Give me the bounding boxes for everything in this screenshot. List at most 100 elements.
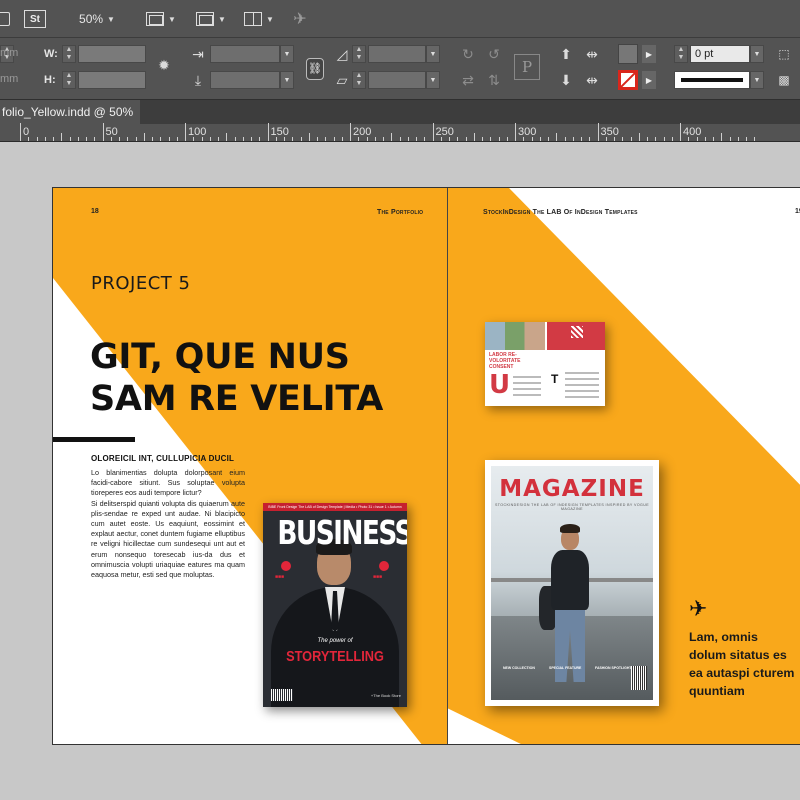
stroke-weight-field[interactable]: 0 pt [690, 45, 750, 63]
zoom-level-dropdown[interactable]: 50% ▼ [72, 8, 122, 30]
ruler-minor-tick [143, 133, 145, 141]
flip-horizontal-icon[interactable]: ⇄ [458, 71, 478, 89]
rotate-cw-icon[interactable]: ↻ [458, 45, 478, 63]
business-footer: +The Book Store [370, 693, 401, 698]
horizontal-ruler[interactable]: 0 50 100 150 200 250 300 350 400 [0, 123, 800, 142]
ruler-minor-tick [341, 137, 343, 141]
magazine-masthead: MAGAZINE [499, 476, 645, 502]
ruler-minor-tick [325, 137, 327, 141]
ruler-minor-tick [531, 137, 533, 141]
ruler-minor-tick [53, 137, 54, 141]
document-spread[interactable]: 18 The Portfolio PROJECT 5 GIT, QUE NUS … [52, 187, 800, 745]
shear-stepper[interactable]: ▲ ▼ [352, 71, 366, 89]
ruler-minor-tick [61, 133, 63, 141]
reference-point-icon[interactable]: ✹ [154, 56, 174, 74]
brochure-qr-code [571, 326, 583, 338]
left-running-head: The Portfolio [377, 209, 424, 216]
brochure-text-line [513, 376, 541, 378]
scale-x-dropdown[interactable]: ▼ [280, 45, 294, 63]
application-bar: St 50% ▼ ▼ ▼ ▼ ✈ [0, 0, 800, 38]
scale-y-field[interactable] [210, 71, 280, 89]
ruler-minor-tick [523, 137, 525, 141]
select-previous-icon[interactable]: ⇹ [582, 45, 602, 63]
ruler-minor-tick [630, 137, 632, 141]
rotate-icon: ◿ [336, 46, 348, 62]
rotate-ccw-icon[interactable]: ↺ [484, 45, 504, 63]
ruler-minor-tick [548, 137, 549, 141]
paragraph-icon[interactable]: P [514, 54, 540, 80]
y-unit: mm [0, 73, 19, 85]
ruler-minor-tick [729, 137, 731, 141]
ruler-minor-tick [581, 137, 582, 141]
pull-quote-line-1: Lam, omnis [689, 630, 758, 644]
brochure-text-line [513, 382, 541, 384]
height-field[interactable] [78, 71, 146, 89]
scale-x-field[interactable] [210, 45, 280, 63]
control-panel: ▲ ▼ mm mm W: ▲ ▼ H: ▲ ▼ ✹ ⇥ ▼ ⤓ ▼ ⛓ ◿ ▲ ▼ ▼ … [0, 38, 800, 100]
constrain-proportions-icon[interactable]: ⛓ [306, 58, 324, 80]
brochure-text-line [565, 390, 599, 392]
headline-rule [53, 437, 135, 442]
ruler-minor-tick [358, 137, 360, 141]
magazine-man-hair [560, 524, 580, 533]
stroke-swatch-icon[interactable] [618, 70, 638, 90]
ruler-minor-tick [176, 137, 178, 141]
scale-y-dropdown[interactable]: ▼ [280, 71, 294, 89]
ruler-major-tick [680, 123, 681, 141]
width-field[interactable] [78, 45, 146, 63]
sync-icon[interactable]: ✈ [288, 8, 312, 30]
ruler-minor-tick [506, 137, 508, 141]
ruler-tick-label: 150 [270, 126, 289, 138]
height-label: H: [44, 74, 56, 86]
stroke-type-field[interactable] [674, 71, 750, 89]
flip-vertical-icon[interactable]: ⇅ [484, 71, 504, 89]
width-stepper[interactable]: ▲ ▼ [62, 45, 76, 63]
shear-dropdown[interactable]: ▼ [426, 71, 440, 89]
business-cover-image[interactable]: BIBE Front Design The LAB of Design Temp… [263, 503, 407, 707]
rotate-stepper[interactable]: ▲ ▼ [352, 45, 366, 63]
ruler-minor-tick [482, 137, 483, 141]
stroke-weight-stepper[interactable]: ▲ ▼ [674, 45, 688, 63]
document-tab[interactable]: folio_Yellow.indd @ 50% [0, 100, 140, 124]
frame-icon[interactable] [0, 8, 12, 30]
height-stepper[interactable]: ▲ ▼ [62, 71, 76, 89]
ruler-tick-label: 250 [435, 126, 454, 138]
fill-swatch-icon[interactable] [618, 44, 638, 64]
effects-icon[interactable]: ▩ [774, 71, 794, 89]
body-paragraph-1: Lo blanimentias dolupta dolorposant eium… [91, 468, 245, 498]
ruler-minor-tick [638, 133, 640, 141]
ruler-minor-tick [251, 137, 252, 141]
arrange-documents-icon[interactable]: ▼ [244, 8, 274, 30]
scale-x-icon: ⇥ [192, 46, 204, 62]
scale-y-icon: ⤓ [194, 72, 202, 88]
rotate-field[interactable] [368, 45, 426, 63]
fill-swatch-dropdown[interactable]: ▶ [642, 45, 656, 63]
brochure-text-line [513, 388, 541, 390]
ruler-minor-tick [28, 137, 30, 141]
spread-spine [447, 188, 448, 744]
stroke-swatch-dropdown[interactable]: ▶ [642, 71, 656, 89]
select-next-icon[interactable]: ⇹ [582, 71, 602, 89]
ruler-minor-tick [383, 137, 384, 141]
shear-field[interactable] [368, 71, 426, 89]
magazine-cover-image[interactable]: MAGAZINE STOCKINDESIGN THE LAB OF INDESI… [485, 460, 659, 706]
ruler-minor-tick [160, 137, 162, 141]
rotate-dropdown[interactable]: ▼ [426, 45, 440, 63]
stroke-weight-dropdown[interactable]: ▼ [750, 45, 764, 63]
select-content-icon[interactable]: ⬇ [556, 71, 576, 89]
x-unit: mm [0, 47, 19, 59]
view-options-icon[interactable]: ▼ [146, 8, 176, 30]
brochure-thumbnail-image[interactable]: LABOR RE- VOLORITATE CONSENT U T [485, 322, 605, 406]
screen-mode-icon[interactable]: ▼ [196, 8, 226, 30]
st-icon[interactable]: St [22, 8, 48, 30]
select-container-icon[interactable]: ⬆ [556, 45, 576, 63]
ruler-minor-tick [218, 137, 219, 141]
stroke-type-dropdown[interactable]: ▼ [750, 71, 764, 89]
brochure-right-cap: T [551, 372, 559, 386]
ruler-major-tick [515, 123, 516, 141]
ruler-minor-tick [605, 137, 607, 141]
ruler-minor-tick [696, 137, 698, 141]
magazine-caption-right: FASHION SPOTLIGHT [595, 666, 632, 670]
ruler-minor-tick [366, 137, 368, 141]
frame-fitting-icon[interactable]: ⬚ [774, 45, 794, 63]
